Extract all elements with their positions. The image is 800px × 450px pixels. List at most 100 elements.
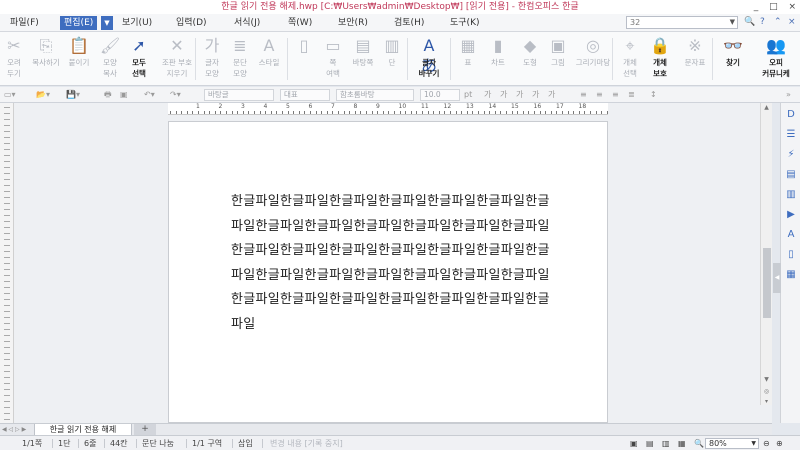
ribbon-find-button[interactable]: 👓 찾기 [716, 34, 750, 84]
print-icon[interactable]: 🖶 [104, 89, 112, 101]
vertical-scrollbar[interactable]: ▲ ▼ ◎ ▾ [760, 103, 772, 405]
menu-insert[interactable]: 입력(D) [172, 16, 211, 30]
ribbon-symbol-button[interactable]: ※ 문자표 [678, 34, 712, 84]
menu-tools[interactable]: 도구(K) [446, 16, 484, 30]
status-insert-mode[interactable]: 삽입 [238, 438, 253, 449]
open-folder-icon[interactable]: 📂▾ [36, 89, 50, 101]
ribbon-replace-char-button[interactable]: Aあ 글자 바꾸기 [410, 34, 448, 84]
new-doc-icon[interactable]: ▭▾ [4, 89, 16, 101]
ribbon-clear-codes-button[interactable]: ✕ 조판 부호 지우기 [158, 34, 196, 84]
font-select[interactable]: 함초롬바탕 [336, 89, 414, 101]
align-right-icon[interactable]: ≡ [612, 89, 619, 101]
ribbon-community-button[interactable]: 👥 오피 커뮤니케 [752, 34, 800, 84]
italic-button[interactable]: 가 [500, 89, 507, 101]
menu-edit[interactable]: 편집(E) [60, 16, 98, 30]
document-text[interactable]: 한글파일한글파일한글파일한글파일한글파일한글파일한글파일한글파일한글파일한글파일… [231, 190, 551, 337]
menu-search-input[interactable]: 32 ▼ [626, 16, 738, 29]
status-para-split[interactable]: 문단 나눔 [142, 438, 174, 449]
ribbon-format-painter-button[interactable]: 🖌 모양 복사 [96, 34, 124, 84]
bold-button[interactable]: 가 [484, 89, 491, 101]
menu-security[interactable]: 보안(R) [334, 16, 372, 30]
chevron-down-icon[interactable]: ▼ [730, 17, 735, 28]
menu-dropdown-icon[interactable]: ▼ [101, 16, 113, 30]
menu-view[interactable]: 보기(U) [118, 16, 156, 30]
ribbon-paste-button[interactable]: 📋 붙이기 [64, 34, 94, 84]
status-page[interactable]: 1/1쪽 [22, 438, 42, 449]
ribbon-master-page-button[interactable]: ▤ 바탕쪽 [348, 34, 378, 84]
size-unit[interactable]: pt [464, 89, 472, 101]
style-select[interactable]: 바탕글 [204, 89, 274, 101]
search-icon[interactable]: 🔍 [744, 17, 755, 27]
preview-icon[interactable]: ▣ [120, 89, 128, 101]
status-track-changes[interactable]: 변경 내용 [기록 중지] [270, 438, 343, 449]
zoom-icon[interactable]: 🔍 [694, 438, 704, 449]
ribbon-clipart-button[interactable]: ◎ 그리기마당 [572, 34, 614, 84]
status-section[interactable]: 1/1 구역 [192, 438, 222, 449]
ribbon-object-select-button[interactable]: ⌖ 개체 선택 [616, 34, 644, 84]
view-web-icon[interactable]: ▥ [662, 438, 670, 449]
language-select[interactable]: 대표 [280, 89, 330, 101]
lightning-icon[interactable]: ⚡ [785, 149, 797, 161]
play-icon[interactable]: ▶ [785, 209, 797, 221]
menu-format[interactable]: 서식(J) [230, 16, 264, 30]
ribbon-table-button[interactable]: ▦ 표 [454, 34, 482, 84]
translate-icon[interactable]: A [785, 229, 797, 241]
ribbon-scissors-button[interactable]: ✂ 오려 두기 [0, 34, 28, 84]
clipboard-icon[interactable]: ▥ [785, 189, 797, 201]
dictionary-icon[interactable]: D [785, 109, 797, 121]
maximize-button[interactable]: □ [769, 2, 778, 12]
document-icon[interactable]: ▤ [785, 169, 797, 181]
help-icon[interactable]: ? [760, 17, 765, 27]
panel-collapse-icon[interactable]: ◀ [773, 263, 781, 293]
view-twopage-icon[interactable]: ▦ [678, 438, 686, 449]
history-icon[interactable]: ▦ [785, 269, 797, 281]
vertical-ruler[interactable] [0, 103, 14, 423]
ribbon-para-shape-button[interactable]: ≣ 문단 모양 [226, 34, 254, 84]
scroll-thumb[interactable] [763, 248, 771, 318]
view-normal-icon[interactable]: ▣ [630, 438, 638, 449]
line-spacing-icon[interactable]: ↕ [650, 89, 657, 101]
align-center-icon[interactable]: ≡ [596, 89, 603, 101]
ribbon-char-shape-button[interactable]: 가 글자 모양 [198, 34, 226, 84]
close-doc-icon[interactable]: × [788, 17, 796, 27]
ribbon-picture-button[interactable]: ▣ 그림 [544, 34, 572, 84]
undo-icon[interactable]: ↶▾ [144, 89, 155, 101]
list-icon[interactable]: ☰ [785, 129, 797, 141]
save-icon[interactable]: 💾▾ [66, 89, 80, 101]
align-left-icon[interactable]: ≡ [580, 89, 587, 101]
ribbon-margin-button[interactable]: ▭ 쪽 여백 [318, 34, 348, 84]
next-page-icon[interactable]: ▾ [761, 397, 772, 407]
ribbon-minimize-icon[interactable]: ⌃ [774, 17, 782, 27]
zoom-out-icon[interactable]: ⊖ [763, 438, 770, 449]
document-page[interactable]: 한글파일한글파일한글파일한글파일한글파일한글파일한글파일한글파일한글파일한글파일… [168, 121, 608, 423]
font-size-input[interactable]: 10.0 [420, 89, 460, 101]
ribbon-select-all-button[interactable]: ➚ 모두 선택 [124, 34, 154, 84]
menu-file[interactable]: 파일(F) [6, 16, 43, 30]
scroll-up-icon[interactable]: ▲ [761, 103, 772, 113]
scroll-down-icon[interactable]: ▼ [761, 375, 772, 385]
ribbon-object-protect-button[interactable]: 🔒 개체 보호 [644, 34, 676, 84]
zoom-in-icon[interactable]: ⊕ [776, 438, 783, 449]
ribbon-shape-button[interactable]: ◆ 도형 [516, 34, 544, 84]
redo-icon[interactable]: ↷▾ [170, 89, 181, 101]
prev-page-icon[interactable]: ◎ [761, 387, 772, 397]
view-page-icon[interactable]: ▤ [646, 438, 654, 449]
char-color-button[interactable]: 가 [548, 89, 555, 101]
horizontal-ruler[interactable]: 1 2 3 4 5 6 7 8 9 10 11 12 13 14 15 16 17 18 [168, 103, 608, 115]
toolbar-expand-icon[interactable]: » [786, 89, 791, 101]
ribbon-column-button[interactable]: ▥ 단 [378, 34, 406, 84]
chevron-down-icon[interactable]: ▼ [751, 439, 756, 448]
minimize-button[interactable]: _ [754, 2, 759, 12]
menu-review[interactable]: 검토(H) [390, 16, 428, 30]
close-button[interactable]: × [788, 2, 796, 12]
ribbon-style-button[interactable]: A 스타일 [252, 34, 286, 84]
menu-page[interactable]: 쪽(W) [284, 16, 316, 30]
bookmark-icon[interactable]: ▯ [785, 249, 797, 261]
ribbon-copy-button[interactable]: ⎘ 복사하기 [28, 34, 64, 84]
justify-icon[interactable]: ≣ [628, 89, 635, 101]
strike-button[interactable]: 가 [532, 89, 539, 101]
underline-button[interactable]: 가 [516, 89, 523, 101]
zoom-select[interactable]: 80% ▼ [705, 438, 759, 449]
ribbon-page-button[interactable]: ▯ [290, 34, 318, 84]
ribbon-chart-button[interactable]: ▮ 차트 [484, 34, 512, 84]
